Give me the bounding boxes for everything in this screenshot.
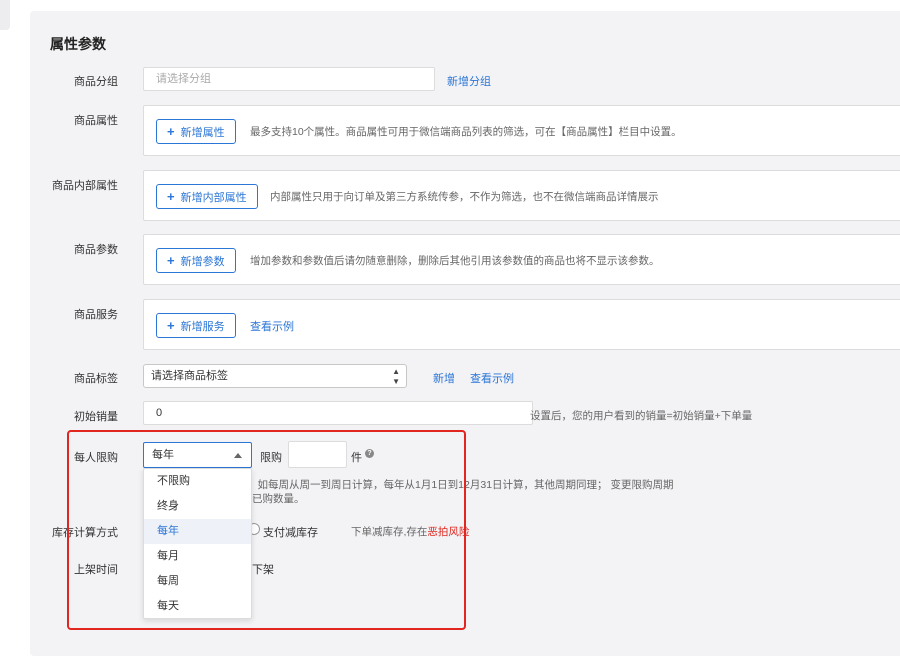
add-param-label: 新增参数 xyxy=(180,256,225,268)
plus-icon: + xyxy=(167,189,175,204)
select-updown-icon: ▲ ▼ xyxy=(392,367,400,386)
add-attribute-button[interactable]: + 新增属性 xyxy=(156,119,236,144)
add-attribute-label: 新增属性 xyxy=(180,127,225,139)
limit-period-dropdown: 不限购 终身 每年 每月 每周 每天 xyxy=(143,468,252,619)
add-internal-attribute-label: 新增内部属性 xyxy=(180,192,247,204)
plus-icon: + xyxy=(167,253,175,268)
limit-option[interactable]: 终身 xyxy=(144,494,251,519)
limit-option[interactable]: 每月 xyxy=(144,544,251,569)
attributes-hint: 最多支持10个属性。商品属性可用于微信端商品列表的筛选，可在【商品属性】栏目中设… xyxy=(250,126,682,138)
limit-quantity-input[interactable] xyxy=(288,441,347,468)
tags-select[interactable]: 请选择商品标签 ▲ ▼ xyxy=(143,364,407,388)
caret-up-icon xyxy=(234,453,242,458)
limit-quantity-label: 限购 xyxy=(260,452,282,464)
limit-option-selected[interactable]: 每年 xyxy=(144,519,251,544)
params-box: + 新增参数 增加参数和参数值后请勿随意删除，删除后其他引用该参数值的商品也将不显… xyxy=(143,234,900,285)
group-select-input[interactable]: 请选择分组 xyxy=(143,67,435,91)
initial-sales-input[interactable]: 0 xyxy=(143,401,533,425)
shelf-time-partial-text: 下架 xyxy=(252,564,274,576)
services-label: 商品服务 xyxy=(74,309,118,321)
add-group-link[interactable]: 新增分组 xyxy=(447,73,491,89)
internal-attributes-box: + 新增内部属性 内部属性只用于向订单及第三方系统传参，不作为筛选，也不在微信端商… xyxy=(143,170,900,221)
group-label: 商品分组 xyxy=(74,76,118,88)
stock-calc-hint-prefix: 下单减库存,存在 xyxy=(351,526,428,538)
stock-calc-hint-warning: 恶拍风险 xyxy=(427,526,470,538)
question-circle-icon[interactable]: ? xyxy=(365,449,374,458)
attributes-box: + 新增属性 最多支持10个属性。商品属性可用于微信端商品列表的筛选，可在【商品属… xyxy=(143,105,900,156)
services-box: + 新增服务 查看示例 xyxy=(143,299,900,350)
plus-icon: + xyxy=(167,124,175,139)
limit-unit-label: 件 xyxy=(351,452,362,464)
limit-period-select[interactable]: 每年 xyxy=(143,442,252,468)
add-param-button[interactable]: + 新增参数 xyxy=(156,248,236,273)
limit-option[interactable]: 每周 xyxy=(144,569,251,594)
params-hint: 增加参数和参数值后请勿随意删除，删除后其他引用该参数值的商品也将不显示该参数。 xyxy=(250,255,660,267)
add-internal-attribute-button[interactable]: + 新增内部属性 xyxy=(156,184,258,209)
services-example-link[interactable]: 查看示例 xyxy=(250,318,294,334)
add-service-label: 新增服务 xyxy=(180,321,225,333)
limit-period-value: 每年 xyxy=(152,449,174,461)
initial-sales-hint: 设置后，您的用户看到的销量=初始销量+下单量 xyxy=(530,410,753,422)
tags-label: 商品标签 xyxy=(74,373,118,385)
add-service-button[interactable]: + 新增服务 xyxy=(156,313,236,338)
shelf-time-label: 上架时间 xyxy=(74,564,118,576)
params-label: 商品参数 xyxy=(74,244,118,256)
internal-attributes-label: 商品内部属性 xyxy=(52,180,118,192)
purchase-limit-label: 每人限购 xyxy=(74,452,118,464)
internal-attributes-hint: 内部属性只用于向订单及第三方系统传参，不作为筛选，也不在微信端商品详情展示 xyxy=(270,191,659,203)
add-tag-link[interactable]: 新增 xyxy=(433,370,455,386)
stock-calc-label: 库存计算方式 xyxy=(52,527,118,539)
attributes-label: 商品属性 xyxy=(74,115,118,127)
limit-option[interactable]: 每天 xyxy=(144,594,251,619)
section-title: 属性参数 xyxy=(50,36,106,52)
initial-sales-label: 初始销量 xyxy=(74,411,118,423)
limit-option[interactable]: 不限购 xyxy=(144,469,251,494)
tags-select-value: 请选择商品标签 xyxy=(151,370,228,382)
left-rail xyxy=(0,0,10,30)
plus-icon: + xyxy=(167,318,175,333)
limit-hint-line2: 已购数量。 xyxy=(252,493,305,505)
tags-example-link[interactable]: 查看示例 xyxy=(470,370,514,386)
stock-calc-hint: 下单减库存,存在恶拍风险 xyxy=(351,524,469,539)
stock-calc-option-label: 支付减库存 xyxy=(263,527,318,539)
limit-hint-line1: ，如每周从周一到周日计算，每年从1月1日到12月31日计算，其他周期同理； 变更… xyxy=(247,479,674,491)
